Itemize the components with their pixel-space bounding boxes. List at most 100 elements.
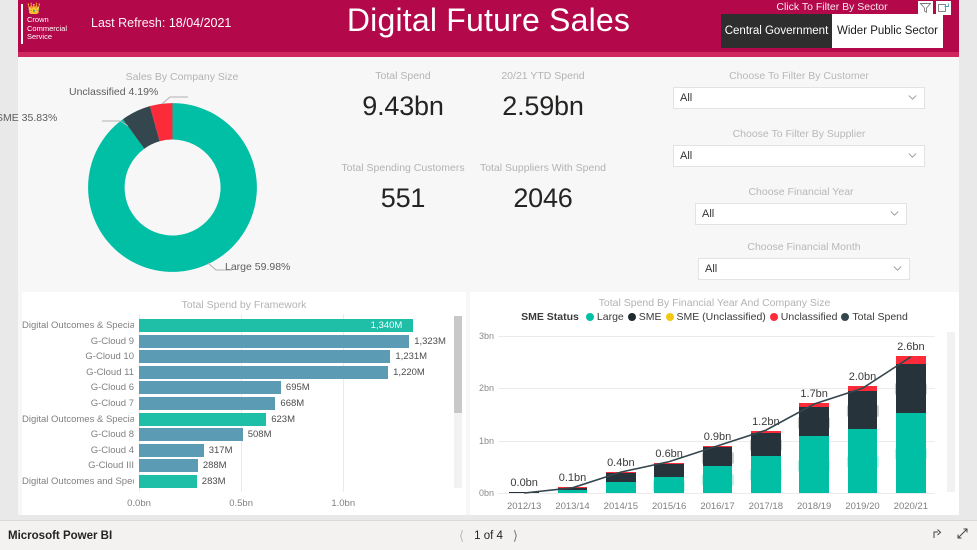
slicer-financial-month-dropdown[interactable]: All: [698, 258, 910, 280]
slicer-supplier-dropdown[interactable]: All: [673, 145, 925, 167]
framework-bar-value: 283M: [201, 476, 226, 487]
stacked-segment-sme[interactable]: [702, 447, 733, 466]
framework-bar-row[interactable]: G-Cloud 11 1,220M: [22, 365, 466, 379]
kpi-total-suppliers-with-spend-label: Total Suppliers With Spend: [479, 162, 607, 174]
kpi-total-spend-value: 9.43bn: [362, 91, 444, 121]
kpi-total-suppliers-with-spend[interactable]: Total Suppliers With Spend 2046: [463, 162, 623, 214]
stacked-segment-sme[interactable]: [895, 363, 926, 413]
stacked-segment-unclassified[interactable]: [702, 445, 733, 448]
kpi-total-spend[interactable]: Total Spend 9.43bn: [328, 70, 478, 122]
sector-option-wider-public-sector[interactable]: Wider Public Sector: [832, 14, 943, 48]
stacked-segment-unclassified[interactable]: [750, 431, 781, 433]
framework-bar-row[interactable]: Digital Outcomes & Specia... 1,340M: [22, 319, 466, 332]
slicer-financial-year-value: All: [702, 208, 715, 220]
framework-bar[interactable]: [139, 381, 281, 395]
stacked-segment-sme[interactable]: [799, 406, 830, 437]
stacked-column[interactable]: [654, 462, 685, 493]
chevron-down-icon: [908, 153, 917, 158]
stacked-chart-legend[interactable]: SME Status Large SME SME (Unclassified) Uncl…: [470, 311, 959, 323]
donut-chart[interactable]: Unclassified 4.19% SME 35.83% Large 59.9…: [0, 86, 290, 280]
framework-bar-value: 695M: [285, 382, 310, 394]
donut-label-unclassified: Unclassified 4.19%: [69, 86, 159, 98]
framework-category-label: G-Cloud 10: [85, 351, 134, 363]
stacked-column[interactable]: [750, 431, 781, 493]
sales-by-company-size-visual[interactable]: Sales By Company Size Unclassified 4.19%…: [0, 57, 342, 289]
fullscreen-icon[interactable]: [956, 527, 969, 545]
legend-swatch: [665, 313, 674, 321]
filter-icon[interactable]: [918, 1, 933, 15]
stacked-segment-large[interactable]: [799, 436, 830, 493]
framework-bar-row[interactable]: G-Cloud 10 1,231M: [22, 350, 466, 364]
stacked-segment-large[interactable]: [702, 465, 733, 493]
legend-item-large[interactable]: Large: [585, 311, 624, 323]
framework-bar-row[interactable]: Digital Outcomes and Spec... 283M: [22, 475, 466, 488]
slicer-customer: Choose To Filter By Customer All: [673, 70, 925, 109]
stacked-segment-large[interactable]: [605, 481, 636, 493]
total-spend-by-financial-year-and-company-size-visual[interactable]: Total Spend By Financial Year And Compan…: [470, 292, 959, 515]
stacked-segment-large[interactable]: [895, 412, 926, 493]
chevron-left-icon[interactable]: ⟨: [459, 528, 464, 544]
report-page: 👑 Crown Commercial Service Last Refresh:…: [0, 0, 959, 515]
stacked-segment-unclassified[interactable]: [895, 355, 926, 364]
framework-bar-value: 317M: [208, 444, 233, 456]
kpi-total-spending-customers[interactable]: Total Spending Customers 551: [323, 162, 483, 214]
framework-bar[interactable]: [139, 412, 267, 426]
legend-item-sme[interactable]: SME: [627, 311, 662, 323]
stacked-segment-sme[interactable]: [654, 463, 685, 477]
legend-item-unclassified[interactable]: Unclassified: [769, 311, 837, 323]
framework-bar[interactable]: [139, 443, 204, 457]
stacked-segment-large[interactable]: [654, 476, 685, 493]
stacked-segment-large[interactable]: [509, 492, 540, 493]
framework-bar-row[interactable]: Digital Outcomes & Specia... 623M: [22, 412, 466, 426]
stacked-segment-unclassified[interactable]: [654, 462, 685, 464]
stacked-column[interactable]: [509, 491, 540, 493]
kpi-total-spending-customers-value: 551: [380, 183, 426, 213]
stacked-segment-large[interactable]: [557, 489, 588, 493]
focus-mode-icon[interactable]: [936, 1, 951, 15]
framework-bar-row[interactable]: G-Cloud 8 508M: [22, 428, 466, 442]
stacked-column[interactable]: [557, 487, 588, 493]
stacked-total-label: 2.6bn: [897, 340, 925, 353]
share-icon[interactable]: [931, 527, 944, 545]
framework-bar[interactable]: [139, 397, 276, 410]
stacked-column[interactable]: [847, 386, 878, 493]
slicer-financial-year-dropdown[interactable]: All: [695, 203, 907, 225]
stacked-segment-unclassified[interactable]: [605, 472, 636, 474]
framework-bar-row[interactable]: G-Cloud 9 1,323M: [22, 334, 466, 348]
stacked-scrollbar-track[interactable]: [947, 332, 955, 492]
legend-item-sme-unclassified[interactable]: SME (Unclassified): [665, 311, 766, 323]
framework-bar-row[interactable]: G-Cloud 4 317M: [22, 443, 466, 457]
kpi-ytd-spend[interactable]: 20/21 YTD Spend 2.59bn: [468, 70, 618, 122]
slicer-financial-month: Choose Financial Month All: [698, 241, 910, 280]
slicer-customer-dropdown[interactable]: All: [673, 87, 925, 109]
framework-bar-row[interactable]: G-Cloud 7 668M: [22, 397, 466, 410]
framework-bar[interactable]: [139, 365, 389, 379]
stacked-column[interactable]: [702, 445, 733, 493]
framework-bar[interactable]: [139, 334, 410, 348]
framework-bar-row[interactable]: G-Cloud III 288M: [22, 459, 466, 473]
chevron-right-icon[interactable]: ⟩: [513, 528, 518, 544]
framework-bar[interactable]: [139, 428, 243, 442]
stacked-column[interactable]: [895, 355, 926, 493]
framework-bar-row[interactable]: G-Cloud 6 695M: [22, 381, 466, 395]
stacked-column[interactable]: [605, 472, 636, 493]
slicer-customer-label: Choose To Filter By Customer: [729, 70, 869, 82]
stacked-segment-sme[interactable]: [557, 487, 588, 490]
sector-option-central-government[interactable]: Central Government: [721, 14, 832, 48]
stacked-segment-unclassified[interactable]: [799, 403, 830, 407]
framework-bar[interactable]: [139, 350, 391, 364]
framework-bar[interactable]: [139, 459, 198, 473]
stacked-segment-large[interactable]: [847, 428, 878, 493]
stacked-segment-large[interactable]: [750, 455, 781, 493]
framework-bar[interactable]: [139, 475, 197, 488]
stacked-segment-sme[interactable]: [605, 473, 636, 482]
framework-scrollbar-thumb[interactable]: [454, 316, 462, 413]
total-spend-by-framework-visual[interactable]: Total Spend by Framework 0.0bn 0.5bn 1.0bn…: [22, 292, 466, 515]
legend-item-total-spend[interactable]: Total Spend: [841, 311, 908, 323]
stacked-column[interactable]: [799, 403, 830, 493]
stacked-segment-unclassified[interactable]: [847, 386, 878, 392]
stacked-segment-sme[interactable]: [750, 432, 781, 456]
stacked-segment-sme[interactable]: [509, 491, 540, 493]
stacked-segment-sme[interactable]: [847, 391, 878, 429]
stacked-segment-unclassified[interactable]: [557, 487, 588, 488]
